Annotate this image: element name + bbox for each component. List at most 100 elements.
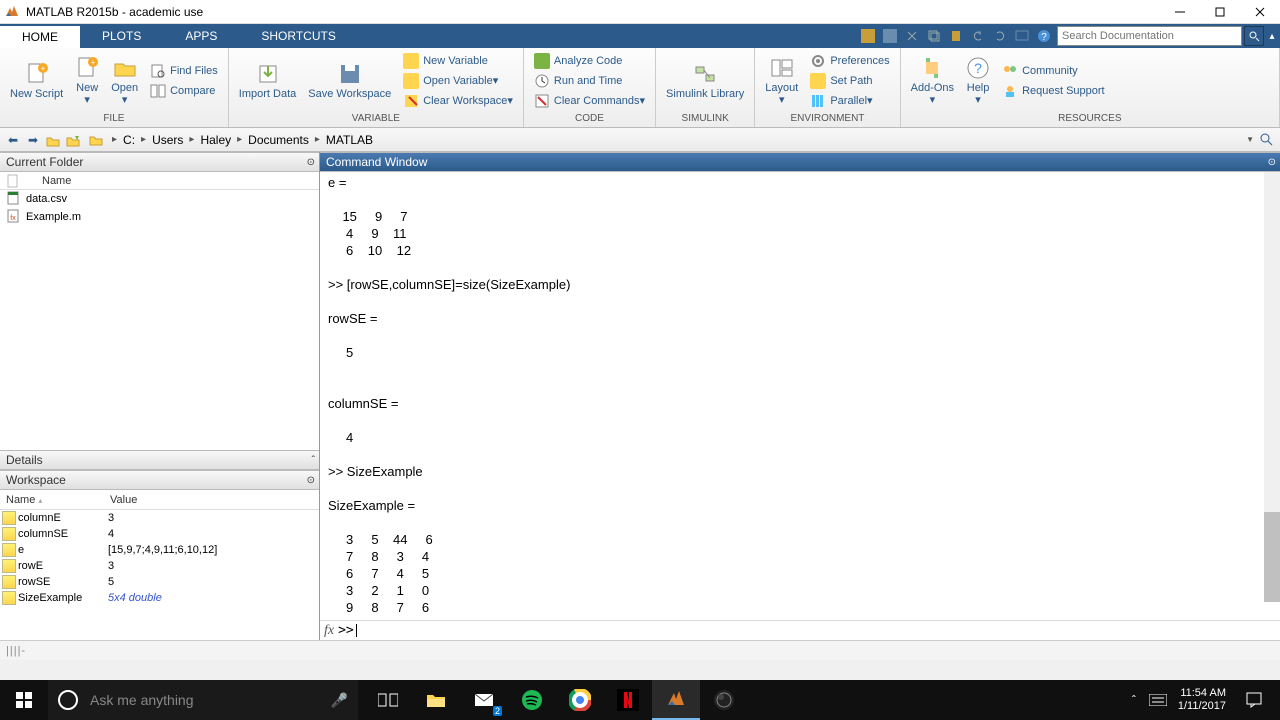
redo-icon[interactable] [989, 25, 1011, 47]
ws-row-5[interactable]: SizeExample5x4 double [0, 590, 319, 606]
crumb-0[interactable]: C: [121, 133, 137, 147]
file-blank-icon [6, 174, 20, 188]
workspace-menu-icon[interactable]: ⊙ [307, 475, 315, 486]
var-value: 5x4 double [108, 592, 319, 604]
action-center-icon[interactable] [1234, 680, 1274, 720]
obs-icon[interactable] [700, 680, 748, 720]
mic-icon[interactable]: 🎤 [331, 692, 348, 709]
cursor [356, 624, 357, 637]
details-header[interactable]: Details ˆ [0, 450, 319, 470]
current-folder-menu-icon[interactable]: ⊙ [307, 157, 315, 168]
var-icon [2, 511, 16, 525]
spotify-icon[interactable] [508, 680, 556, 720]
open-button[interactable]: Open▾ [105, 49, 144, 113]
ws-row-3[interactable]: rowE3 [0, 558, 319, 574]
back-button[interactable]: ⬅ [4, 131, 22, 149]
crumb-3[interactable]: Documents [246, 133, 311, 147]
maximize-button[interactable] [1200, 0, 1240, 23]
up-folder-button[interactable] [44, 131, 62, 149]
search-button[interactable] [1244, 26, 1264, 46]
compare-button[interactable]: Compare [144, 81, 224, 101]
ws-row-4[interactable]: rowSE5 [0, 574, 319, 590]
var-icon [2, 543, 16, 557]
browse-folder-button[interactable] [64, 131, 82, 149]
close-button[interactable] [1240, 0, 1280, 23]
folder-search-button[interactable] [1258, 131, 1276, 149]
ws-column-header[interactable]: Name ▴ Value [0, 490, 319, 510]
file-explorer-icon[interactable] [412, 680, 460, 720]
window-icon[interactable] [1011, 25, 1033, 47]
run-and-time-button[interactable]: Run and Time [528, 71, 651, 91]
import-data-button[interactable]: Import Data [233, 49, 302, 113]
ws-row-2[interactable]: e[15,9,7;4,9,11;6,10,12] [0, 542, 319, 558]
scrollbar[interactable] [1264, 172, 1280, 600]
var-icon [2, 527, 16, 541]
ws-row-1[interactable]: columnSE4 [0, 526, 319, 542]
command-window-menu-icon[interactable]: ⊙ [1268, 157, 1276, 168]
command-output[interactable]: e = 15 9 7 4 9 11 6 10 12 >> [rowSE,colu… [320, 172, 1280, 620]
save-icon[interactable] [879, 25, 901, 47]
new-button[interactable]: +New▾ [69, 49, 105, 113]
clock[interactable]: 11:54 AM 1/11/2017 [1170, 687, 1234, 713]
tab-shortcuts[interactable]: SHORTCUTS [239, 24, 357, 48]
matlab-taskbar-icon[interactable] [652, 680, 700, 720]
new-variable-button[interactable]: New Variable [397, 51, 519, 71]
netflix-icon[interactable] [604, 680, 652, 720]
tab-apps[interactable]: APPS [163, 24, 239, 48]
keyboard-icon[interactable] [1146, 680, 1170, 720]
command-prompt[interactable]: fx >> [320, 620, 1280, 640]
clear-commands-button[interactable]: Clear Commands ▾ [528, 91, 651, 111]
q-icon-1[interactable] [857, 25, 879, 47]
tab-home[interactable]: HOME [0, 24, 80, 48]
community-button[interactable]: Community [996, 61, 1111, 81]
file-item-1[interactable]: fx Example.m [0, 208, 319, 226]
forward-button[interactable]: ➡ [24, 131, 42, 149]
preferences-button[interactable]: Preferences [804, 51, 895, 71]
current-folder-header[interactable]: Current Folder ⊙ [0, 152, 319, 172]
addons-button[interactable]: Add-Ons▾ [905, 49, 960, 113]
task-view-button[interactable] [364, 680, 412, 720]
minimize-button[interactable] [1160, 0, 1200, 23]
prompt-marker: >> [338, 623, 354, 638]
simulink-library-button[interactable]: Simulink Library [660, 49, 750, 113]
clear-workspace-button[interactable]: Clear Workspace ▾ [397, 91, 519, 111]
address-dropdown[interactable]: ▼ [1246, 135, 1254, 144]
copy-icon[interactable] [923, 25, 945, 47]
set-path-button[interactable]: Set Path [804, 71, 895, 91]
command-window-title: Command Window [326, 155, 427, 169]
start-button[interactable] [0, 680, 48, 720]
mail-icon[interactable]: 2 [460, 680, 508, 720]
tab-plots[interactable]: PLOTS [80, 24, 163, 48]
undo-icon[interactable] [967, 25, 989, 47]
cf-column-header[interactable]: Name [0, 172, 319, 190]
search-input[interactable] [1057, 26, 1242, 46]
details-expand-icon[interactable]: ˆ [312, 455, 315, 466]
workspace-header[interactable]: Workspace ⊙ [0, 470, 319, 490]
collapse-toolstrip-button[interactable]: ▴ [1264, 26, 1280, 46]
command-window-header[interactable]: Command Window ⊙ [320, 152, 1280, 172]
command-window[interactable]: e = 15 9 7 4 9 11 6 10 12 >> [rowSE,colu… [320, 172, 1280, 620]
parallel-button[interactable]: Parallel ▾ [804, 91, 895, 111]
crumb-2[interactable]: Haley [198, 133, 233, 147]
crumb-4[interactable]: MATLAB [324, 133, 375, 147]
file-item-0[interactable]: data.csv [0, 190, 319, 208]
request-support-button[interactable]: Request Support [996, 81, 1111, 101]
scrollbar-thumb[interactable] [1264, 512, 1280, 602]
help-icon[interactable]: ? [1033, 25, 1055, 47]
var-name: columnE [18, 512, 108, 524]
tray-expand-icon[interactable]: ˆ [1122, 680, 1146, 720]
new-script-button[interactable]: +New Script [4, 49, 69, 113]
help-button[interactable]: ?Help▾ [960, 49, 996, 113]
analyze-code-button[interactable]: Analyze Code [528, 51, 651, 71]
chrome-icon[interactable] [556, 680, 604, 720]
layout-button[interactable]: Layout▾ [759, 49, 804, 113]
save-workspace-button[interactable]: Save Workspace [302, 49, 397, 113]
group-resources: RESOURCES [901, 113, 1279, 127]
paste-icon[interactable] [945, 25, 967, 47]
ws-row-0[interactable]: columnE3 [0, 510, 319, 526]
cortana-search[interactable]: Ask me anything 🎤 [48, 680, 358, 720]
crumb-1[interactable]: Users [150, 133, 185, 147]
open-variable-button[interactable]: Open Variable ▾ [397, 71, 519, 91]
find-files-button[interactable]: Find Files [144, 61, 224, 81]
cut-icon[interactable] [901, 25, 923, 47]
